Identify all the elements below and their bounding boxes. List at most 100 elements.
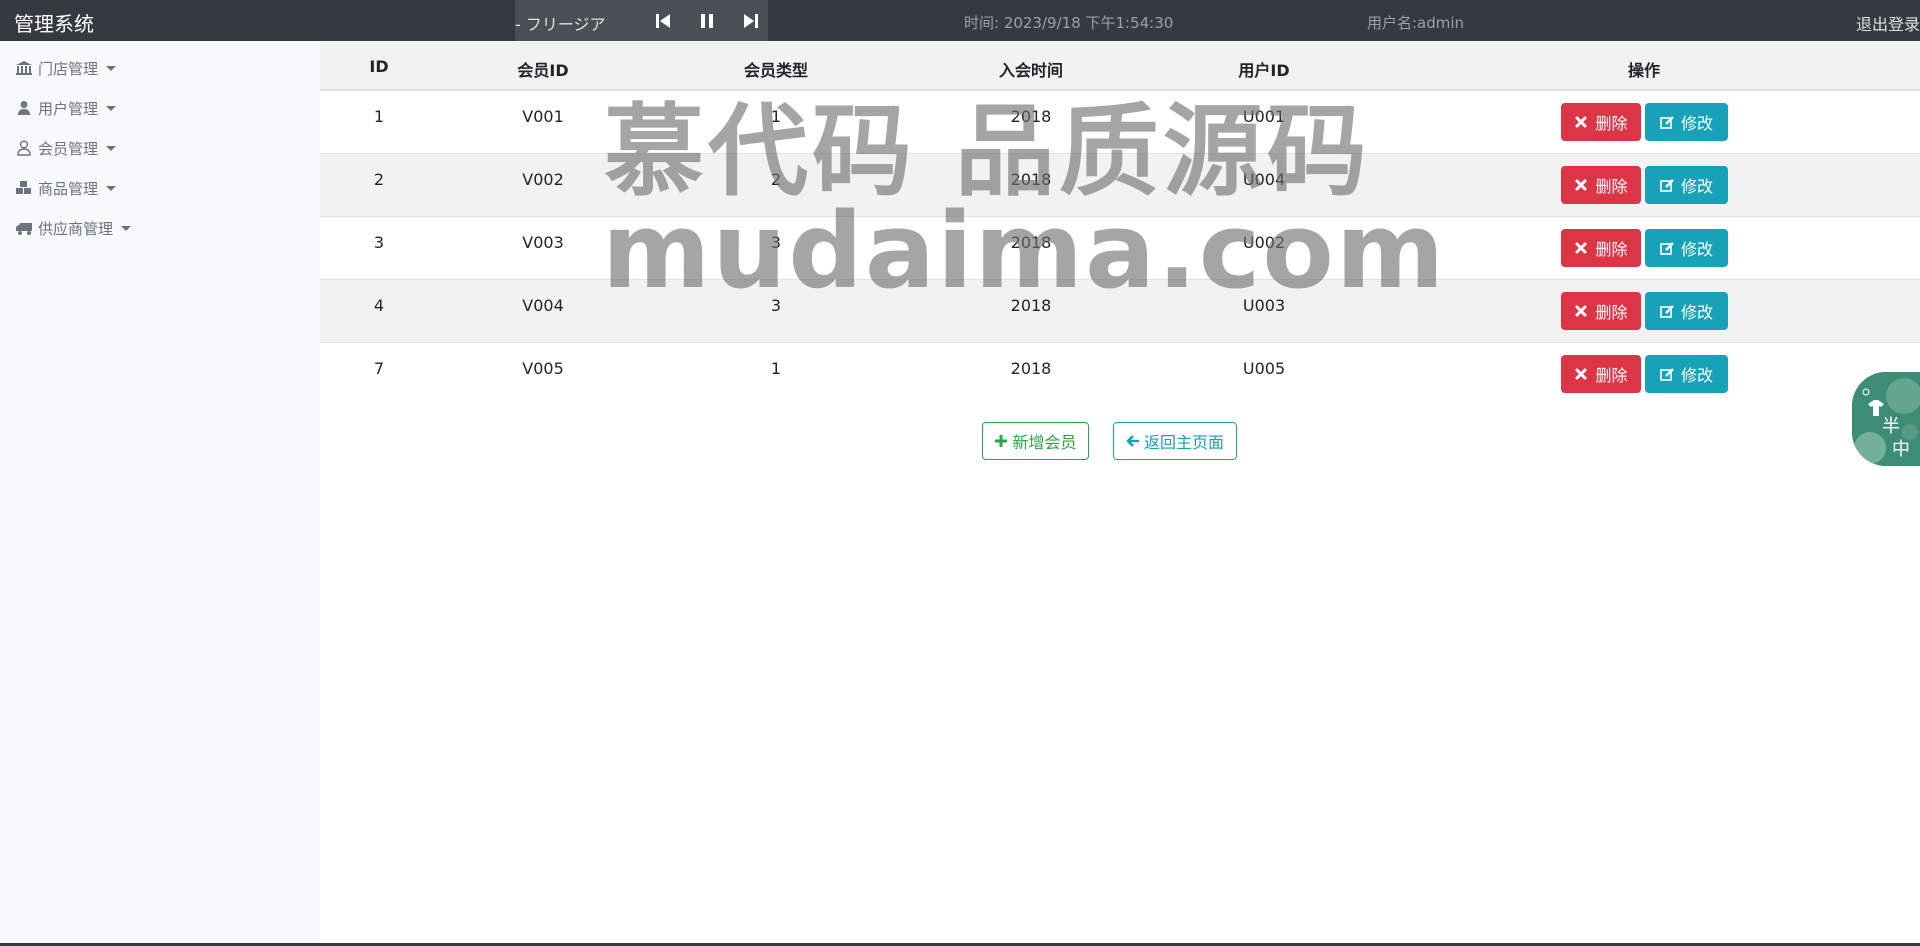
pause-icon[interactable] — [697, 12, 717, 30]
column-header-actions: 操作 — [1627, 61, 1661, 80]
delete-button[interactable]: 删除 — [1561, 292, 1641, 330]
sidebar-item-label: 供应商管理 — [38, 219, 114, 238]
song-title: - フリージア — [515, 15, 606, 34]
user-outline-icon — [15, 140, 33, 156]
brand-title[interactable]: 管理系统 — [14, 8, 94, 37]
edit-icon — [1660, 242, 1674, 255]
cubes-icon — [15, 180, 33, 196]
cell-member-id: V005 — [522, 359, 564, 378]
sidebar-item-label: 门店管理 — [38, 59, 99, 78]
music-player: - フリージア — [515, 0, 768, 41]
sidebar: 门店管理 用户管理 会员管理 商品管理 供应商管理 — [0, 41, 320, 946]
table-row: 2 V002 2 2018 U004 删除 修改 — [320, 154, 1920, 217]
edit-label: 修改 — [1680, 240, 1713, 259]
cell-member-type: 1 — [770, 107, 782, 126]
cell-join-time: 2018 — [1010, 170, 1052, 189]
times-icon — [1575, 116, 1587, 128]
cell-member-id: V004 — [522, 296, 564, 315]
sidebar-item-member[interactable]: 会员管理 — [15, 136, 117, 160]
arrow-left-icon — [1126, 435, 1139, 447]
step-backward-icon[interactable] — [653, 12, 673, 30]
sidebar-item-store[interactable]: 门店管理 — [15, 56, 117, 80]
table-row: 1 V001 1 2018 U001 删除 修改 — [320, 91, 1920, 154]
edit-button[interactable]: 修改 — [1645, 166, 1728, 204]
cell-member-id: V002 — [522, 170, 564, 189]
cell-member-type: 1 — [770, 359, 782, 378]
edit-icon — [1660, 305, 1674, 318]
cell-member-id: V001 — [522, 107, 564, 126]
table-actions: 新增会员 返回主页面 — [320, 422, 1920, 462]
column-header-member-id: 会员ID — [517, 61, 569, 80]
sidebar-item-user[interactable]: 用户管理 — [15, 96, 117, 120]
sidebar-item-label: 用户管理 — [38, 99, 99, 118]
top-navbar: 管理系统 - フリージア 时间: 2023/9/18 下午1:54:30 用户名… — [0, 0, 1920, 41]
cell-id: 3 — [373, 233, 385, 252]
sidebar-item-goods[interactable]: 商品管理 — [15, 176, 117, 200]
table-row: 4 V004 3 2018 U003 删除 修改 — [320, 280, 1920, 343]
username-label: 用户名:admin — [1367, 14, 1465, 32]
cell-member-type: 3 — [770, 296, 782, 315]
edit-icon — [1660, 368, 1674, 381]
add-member-label: 新增会员 — [1012, 433, 1077, 452]
delete-button[interactable]: 删除 — [1561, 229, 1641, 267]
edit-label: 修改 — [1680, 114, 1713, 133]
caret-down-icon — [106, 145, 117, 151]
logout-link[interactable]: 退出登录 — [1856, 11, 1920, 35]
column-header-member-type: 会员类型 — [743, 61, 809, 80]
cell-member-id: V003 — [522, 233, 564, 252]
times-icon — [1575, 368, 1587, 380]
current-time: 时间: 2023/9/18 下午1:54:30 — [964, 14, 1174, 32]
caret-down-icon — [106, 185, 117, 191]
caret-down-icon — [121, 225, 132, 231]
cell-user-id: U001 — [1242, 107, 1286, 126]
widget-text-2: 中 — [1892, 439, 1910, 460]
user-icon — [15, 100, 33, 116]
widget-text-1: 半 — [1882, 416, 1900, 437]
delete-label: 删除 — [1595, 303, 1628, 322]
sidebar-item-supplier[interactable]: 供应商管理 — [15, 216, 132, 240]
plus-icon — [995, 435, 1008, 447]
edit-button[interactable]: 修改 — [1645, 103, 1728, 141]
delete-label: 删除 — [1595, 114, 1628, 133]
floating-widget[interactable]: 半 中 — [1852, 372, 1920, 466]
times-icon — [1575, 242, 1587, 254]
column-header-join-time: 入会时间 — [998, 61, 1064, 80]
delete-label: 删除 — [1595, 177, 1628, 196]
edit-button[interactable]: 修改 — [1645, 229, 1728, 267]
delete-label: 删除 — [1595, 240, 1628, 259]
column-header-user-id: 用户ID — [1238, 61, 1290, 80]
main-content: ID 会员ID 会员类型 入会时间 用户ID 操作 1 V001 1 2018 … — [320, 41, 1920, 946]
delete-button[interactable]: 删除 — [1561, 103, 1641, 141]
table-header: ID 会员ID 会员类型 入会时间 用户ID 操作 — [320, 41, 1920, 91]
cell-id: 7 — [373, 359, 385, 378]
cell-user-id: U002 — [1242, 233, 1286, 252]
caret-down-icon — [106, 65, 117, 71]
back-home-button[interactable]: 返回主页面 — [1113, 422, 1237, 460]
delete-button[interactable]: 删除 — [1561, 166, 1641, 204]
caret-down-icon — [106, 105, 117, 111]
cell-member-type: 3 — [770, 233, 782, 252]
cell-join-time: 2018 — [1010, 359, 1052, 378]
bank-icon — [15, 60, 33, 76]
cell-id: 1 — [373, 107, 385, 126]
cell-user-id: U004 — [1242, 170, 1286, 189]
cell-user-id: U003 — [1242, 296, 1286, 315]
step-forward-icon[interactable] — [741, 12, 761, 30]
cell-join-time: 2018 — [1010, 233, 1052, 252]
cell-join-time: 2018 — [1010, 107, 1052, 126]
edit-button[interactable]: 修改 — [1645, 292, 1728, 330]
back-home-label: 返回主页面 — [1143, 433, 1224, 452]
column-header-id: ID — [369, 57, 389, 76]
edit-label: 修改 — [1680, 177, 1713, 196]
add-member-button[interactable]: 新增会员 — [982, 422, 1089, 460]
edit-button[interactable]: 修改 — [1645, 355, 1728, 393]
cell-id: 2 — [373, 170, 385, 189]
times-icon — [1575, 179, 1587, 191]
cell-join-time: 2018 — [1010, 296, 1052, 315]
times-icon — [1575, 305, 1587, 317]
edit-icon — [1660, 116, 1674, 129]
table-row: 7 V005 1 2018 U005 删除 修改 — [320, 343, 1920, 406]
sidebar-item-label: 会员管理 — [38, 139, 99, 158]
edit-icon — [1660, 179, 1674, 192]
delete-button[interactable]: 删除 — [1561, 355, 1641, 393]
